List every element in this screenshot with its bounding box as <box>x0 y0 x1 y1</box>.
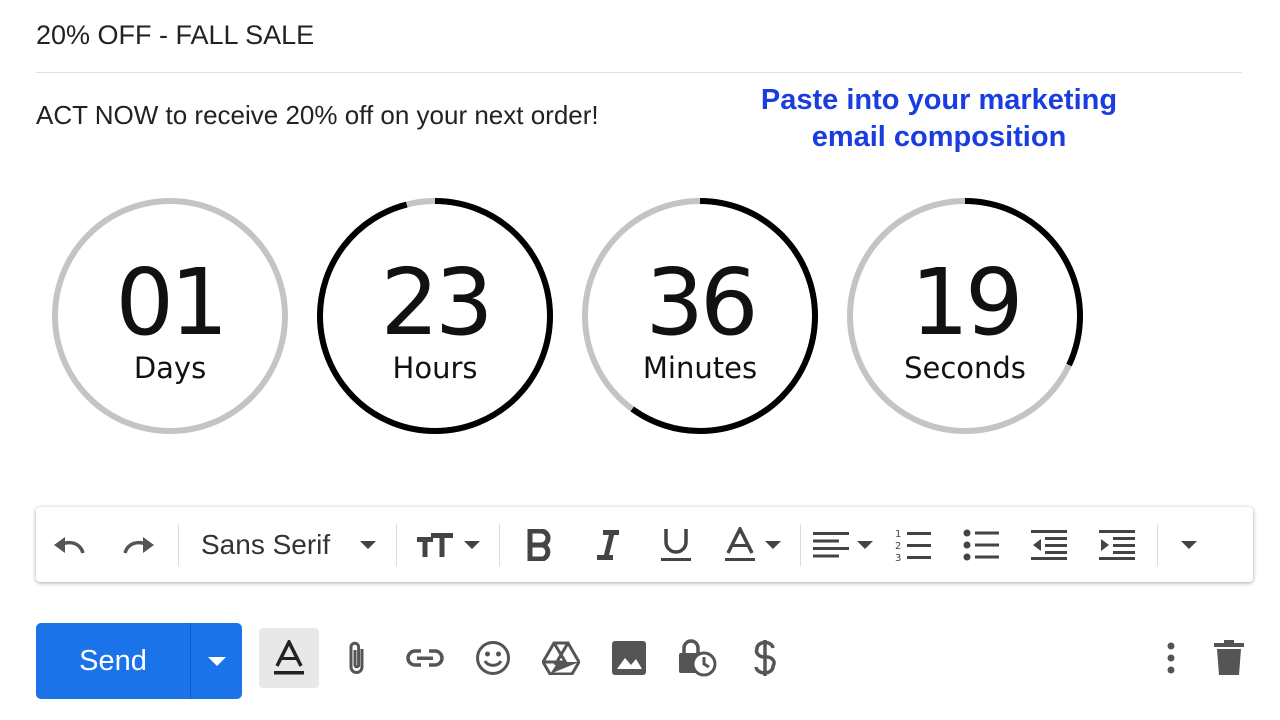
promo-line-2: email composition <box>811 121 1067 153</box>
formatting-options-icon <box>274 640 304 675</box>
redo-icon <box>123 536 154 554</box>
chevron-down-icon <box>464 540 481 549</box>
font-select[interactable]: Sans Serif <box>185 507 390 582</box>
countdown-days: 01Days <box>52 198 288 434</box>
underline-button[interactable] <box>642 507 710 582</box>
countdown-minutes: 36Minutes <box>582 198 818 434</box>
text-size-icon <box>417 532 454 557</box>
undo-button[interactable] <box>36 507 104 582</box>
email-subject[interactable]: 20% OFF - FALL SALE <box>36 20 314 51</box>
drive-icon <box>542 641 580 675</box>
attach-files-button[interactable] <box>327 628 387 688</box>
numbered-list-icon: 1 2 3 <box>895 529 932 563</box>
svg-text:3: 3 <box>895 553 901 563</box>
svg-text:1: 1 <box>895 529 901 540</box>
chevron-down-icon <box>207 656 226 666</box>
align-icon <box>813 531 850 557</box>
insert-drive-button[interactable] <box>531 628 591 688</box>
trash-icon <box>1214 640 1244 675</box>
text-size-button[interactable] <box>403 507 493 582</box>
attach-icon <box>349 641 364 674</box>
email-body-text[interactable]: ACT NOW to receive 20% off on your next … <box>36 100 599 131</box>
dollar-icon <box>754 640 776 676</box>
countdown-value: 23 <box>380 249 489 356</box>
underline-icon <box>661 528 692 561</box>
photo-icon <box>612 641 646 675</box>
align-button[interactable] <box>807 507 879 582</box>
font-select-value: Sans Serif <box>201 528 331 560</box>
send-button[interactable]: Send <box>36 623 190 699</box>
more-options-icon <box>1167 642 1175 674</box>
indent-less-icon <box>1031 529 1068 560</box>
discard-draft-button[interactable] <box>1204 628 1254 688</box>
formatting-options-button[interactable] <box>259 628 319 688</box>
toolbar-divider <box>178 523 179 566</box>
more-formatting-icon <box>1181 540 1198 549</box>
undo-icon <box>54 536 85 554</box>
countdown-label: Minutes <box>643 351 757 385</box>
text-color-button[interactable] <box>710 507 794 582</box>
insert-photo-button[interactable] <box>599 628 659 688</box>
countdown-hours: 23Hours <box>317 198 553 434</box>
bulleted-list-icon <box>963 529 1000 560</box>
promo-line-1: Paste into your marketing <box>760 84 1118 116</box>
bold-button[interactable] <box>506 507 574 582</box>
countdown-value: 01 <box>115 249 224 356</box>
countdown-svg: 01Days23Hours36Minutes19Seconds <box>52 198 1083 434</box>
redo-button[interactable] <box>104 507 172 582</box>
confidential-mode-icon <box>679 639 717 677</box>
countdown-value: 19 <box>910 249 1019 356</box>
indent-more-button[interactable] <box>1083 507 1151 582</box>
more-formatting-button[interactable] <box>1164 507 1214 582</box>
bold-icon <box>527 528 551 561</box>
indent-more-icon <box>1099 529 1136 560</box>
countdown-value: 36 <box>645 249 754 356</box>
countdown-timer: 01 Days 23 Hours 36 Minutes 19 Seconds <box>44 190 1104 442</box>
formatting-toolbar: Sans Serif 1 2 3 <box>36 507 1253 582</box>
toolbar-divider <box>1157 523 1159 566</box>
countdown-label: Seconds <box>904 351 1026 385</box>
emoji-icon <box>476 641 510 675</box>
link-icon <box>406 649 444 667</box>
toolbar-divider <box>396 523 398 566</box>
insert-link-button[interactable] <box>395 628 455 688</box>
compose-actions <box>259 628 803 688</box>
italic-button[interactable] <box>574 507 642 582</box>
chevron-down-icon <box>360 540 377 549</box>
indent-less-button[interactable] <box>1015 507 1083 582</box>
countdown-seconds: 19Seconds <box>847 198 1083 434</box>
toolbar-divider <box>499 523 501 566</box>
bulleted-list-button[interactable] <box>947 507 1015 582</box>
svg-text:2: 2 <box>895 541 901 552</box>
countdown-label: Days <box>134 351 206 385</box>
request-money-button[interactable] <box>735 628 795 688</box>
italic-icon <box>597 529 620 560</box>
confidential-mode-button[interactable] <box>667 628 727 688</box>
chevron-down-icon <box>857 540 874 549</box>
toolbar-divider <box>800 523 802 566</box>
schedule-send-button[interactable] <box>191 623 242 699</box>
numbered-list-button[interactable]: 1 2 3 <box>879 507 947 582</box>
text-color-icon <box>725 526 756 561</box>
send-button-group: Send <box>36 623 242 699</box>
countdown-label: Hours <box>393 351 478 385</box>
subject-divider <box>36 72 1242 73</box>
compose-secondary-actions <box>1146 628 1254 688</box>
insert-emoji-button[interactable] <box>463 628 523 688</box>
promo-callout: Paste into your marketing email composit… <box>700 82 1178 156</box>
more-options-button[interactable] <box>1146 628 1196 688</box>
chevron-down-icon <box>765 540 782 549</box>
